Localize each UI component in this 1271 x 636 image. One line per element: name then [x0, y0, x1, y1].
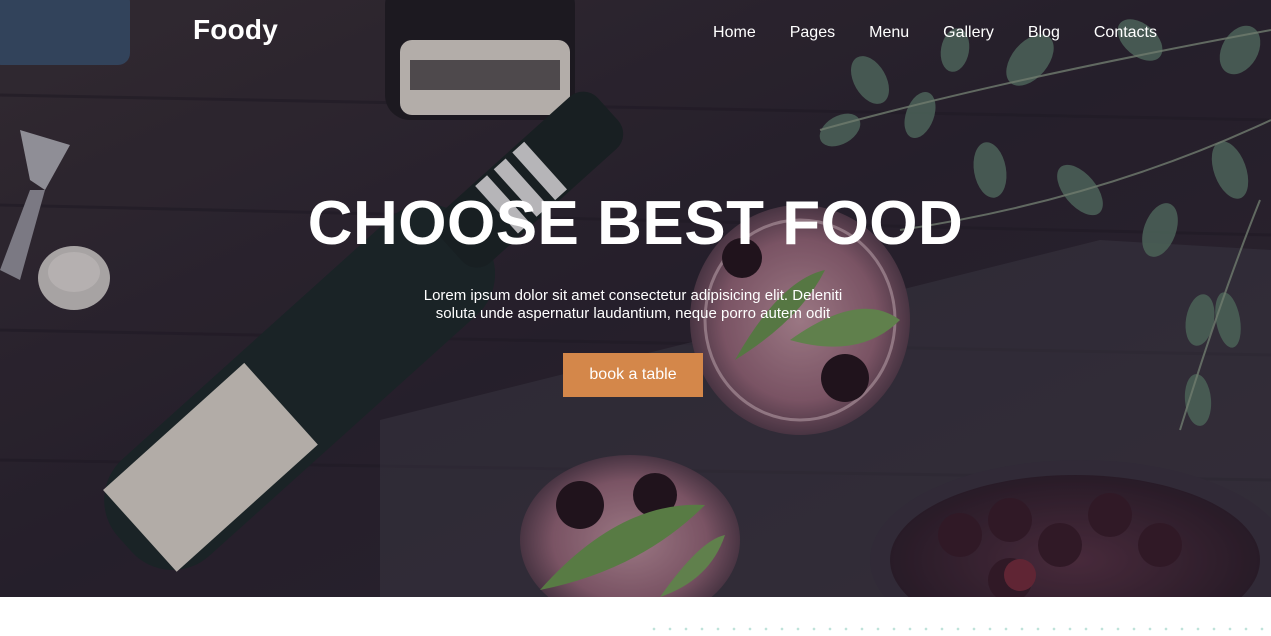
nav-link-contacts[interactable]: Contacts: [1094, 24, 1157, 42]
top-navigation: Foody Home Pages Menu Gallery Blog Conta…: [0, 0, 1271, 70]
nav-link-pages[interactable]: Pages: [790, 24, 835, 42]
hero-subtitle-line-2: soluta unde aspernatur laudantium, neque…: [435, 305, 831, 322]
book-table-button[interactable]: book a table: [563, 353, 703, 397]
hero-section: Foody Home Pages Menu Gallery Blog Conta…: [0, 0, 1271, 597]
site-logo[interactable]: Foody: [193, 14, 278, 46]
hero-subtitle: Lorem ipsum dolor sit amet consectetur a…: [400, 287, 866, 323]
nav-menu: Home Pages Menu Gallery Blog Contacts: [679, 24, 1157, 42]
hero-subtitle-line-1: Lorem ipsum dolor sit amet consectetur a…: [423, 287, 843, 304]
nav-link-home[interactable]: Home: [713, 24, 756, 42]
nav-link-gallery[interactable]: Gallery: [943, 24, 994, 42]
nav-link-blog[interactable]: Blog: [1028, 24, 1060, 42]
nav-link-menu[interactable]: Menu: [869, 24, 909, 42]
decorative-dots: [646, 627, 1271, 631]
hero-title: CHOOSE BEST FOOD: [307, 189, 964, 258]
